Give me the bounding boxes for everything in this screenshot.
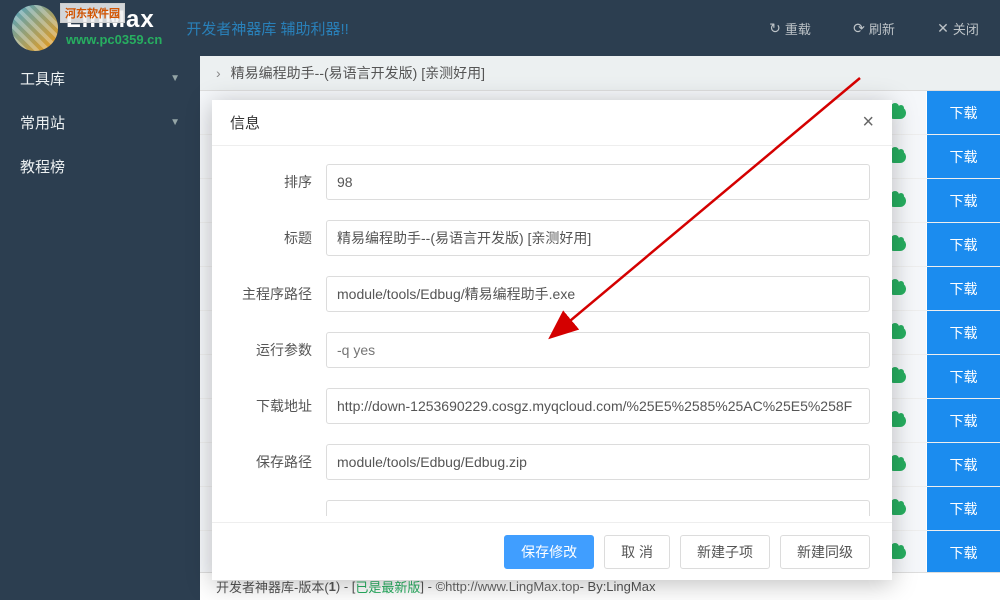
save-button[interactable]: 保存修改: [504, 535, 594, 569]
top-actions: ↻ 重载 ⟳ 刷新 ✕ 关闭: [748, 0, 1000, 56]
new-child-button[interactable]: 新建子项: [680, 535, 770, 569]
refresh-label: 刷新: [869, 19, 895, 38]
modal-close-button[interactable]: ×: [862, 111, 874, 134]
download-button[interactable]: 下载: [926, 399, 1000, 442]
title-label: 标题: [234, 228, 326, 248]
download-button[interactable]: 下载: [926, 135, 1000, 178]
refresh-icon: ⟳: [853, 20, 865, 37]
breadcrumb-text: 精易编程助手--(易语言开发版) [亲测好用]: [231, 63, 485, 83]
sidebar-item-label: 工具库: [20, 68, 65, 89]
download-url-input[interactable]: [326, 388, 870, 424]
breadcrumb: › 精易编程助手--(易语言开发版) [亲测好用]: [200, 56, 1000, 91]
top-bar: LinMax www.pc0359.cn 河东软件园 开发者神器库 辅助利器!!…: [0, 0, 1000, 56]
extra-input[interactable]: [326, 500, 870, 516]
reload-label: 重载: [785, 19, 811, 38]
info-modal: 信息 × 排序 标题 主程序路径 运行参数 下载地址 保存路径: [212, 100, 892, 580]
download-button[interactable]: 下载: [926, 311, 1000, 354]
sidebar-item-tutorials[interactable]: 教程榜: [0, 144, 200, 188]
close-button[interactable]: ✕ 关闭: [916, 0, 1000, 56]
close-label: 关闭: [953, 19, 979, 38]
logo-area: LinMax www.pc0359.cn 河东软件园: [12, 5, 162, 51]
sidebar-item-tools[interactable]: 工具库 ▼: [0, 56, 200, 100]
download-button[interactable]: 下载: [926, 91, 1000, 134]
save-path-label: 保存路径: [234, 452, 326, 472]
run-args-input[interactable]: [326, 332, 870, 368]
chevron-down-icon: ▼: [170, 73, 180, 84]
sidebar-item-label: 常用站: [20, 112, 65, 133]
tagline: 开发者神器库 辅助利器!!: [186, 18, 349, 39]
modal-header: 信息 ×: [212, 100, 892, 146]
modal-footer: 保存修改 取 消 新建子项 新建同级: [212, 522, 892, 580]
run-args-label: 运行参数: [234, 340, 326, 360]
reload-icon: ↻: [769, 20, 781, 37]
download-button[interactable]: 下载: [926, 267, 1000, 310]
download-button[interactable]: 下载: [926, 179, 1000, 222]
sort-input[interactable]: [326, 164, 870, 200]
modal-body: 排序 标题 主程序路径 运行参数 下载地址 保存路径: [212, 146, 892, 522]
overlay-badge: 河东软件园: [60, 3, 125, 23]
chevron-right-icon: ›: [216, 65, 221, 81]
sidebar-item-sites[interactable]: 常用站 ▼: [0, 100, 200, 144]
new-sibling-button[interactable]: 新建同级: [780, 535, 870, 569]
download-button[interactable]: 下载: [926, 487, 1000, 530]
sort-label: 排序: [234, 172, 326, 192]
logo-icon: [12, 5, 58, 51]
logo-subtitle: www.pc0359.cn: [66, 32, 162, 48]
download-button[interactable]: 下载: [926, 355, 1000, 398]
sidebar: 工具库 ▼ 常用站 ▼ 教程榜: [0, 56, 200, 600]
download-button[interactable]: 下载: [926, 443, 1000, 486]
main-path-input[interactable]: [326, 276, 870, 312]
close-icon: ✕: [937, 20, 949, 37]
modal-title: 信息: [230, 112, 260, 133]
download-button[interactable]: 下载: [926, 223, 1000, 266]
footer-link[interactable]: http://www.LingMax.top: [445, 579, 579, 594]
sidebar-item-label: 教程榜: [20, 156, 65, 177]
reload-button[interactable]: ↻ 重载: [748, 0, 832, 56]
download-url-label: 下载地址: [234, 396, 326, 416]
save-path-input[interactable]: [326, 444, 870, 480]
chevron-down-icon: ▼: [170, 117, 180, 128]
title-input[interactable]: [326, 220, 870, 256]
main-path-label: 主程序路径: [234, 284, 326, 304]
cancel-button[interactable]: 取 消: [604, 535, 670, 569]
download-button[interactable]: 下载: [926, 531, 1000, 572]
refresh-button[interactable]: ⟳ 刷新: [832, 0, 916, 56]
